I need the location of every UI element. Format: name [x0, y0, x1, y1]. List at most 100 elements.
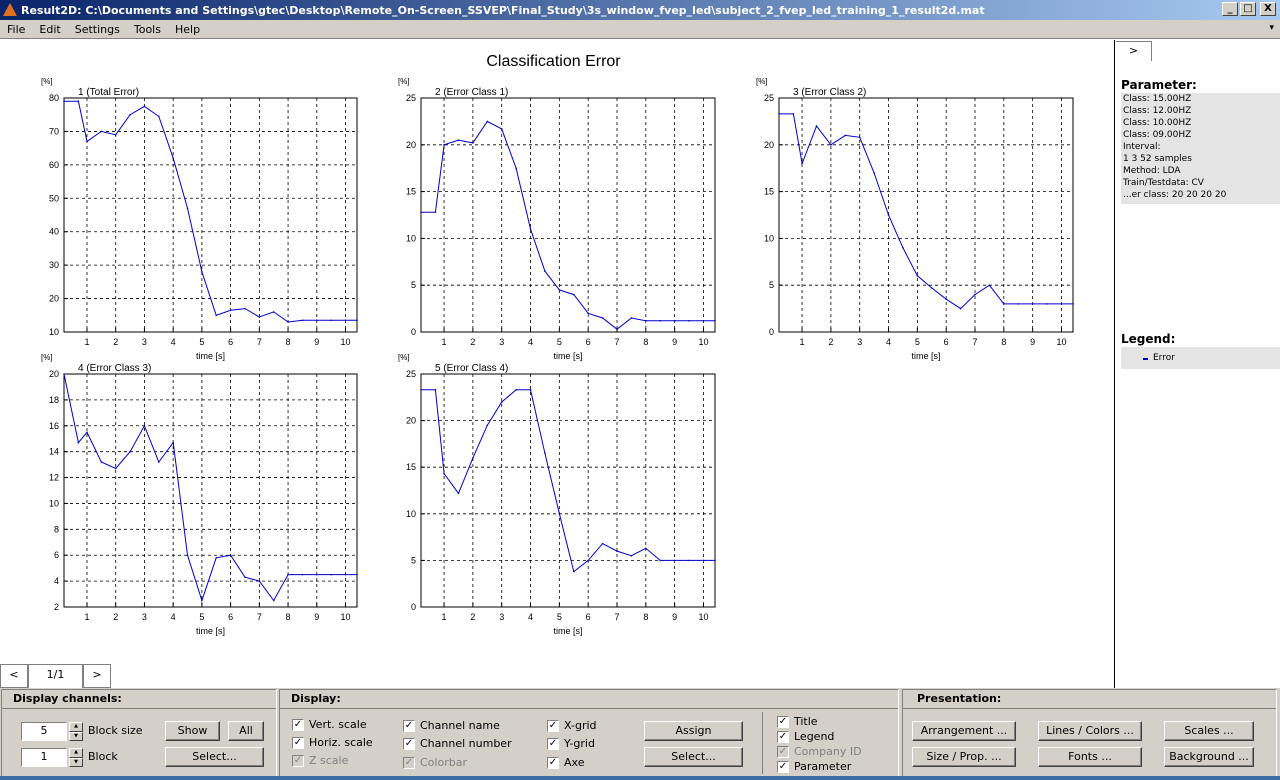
channel-select-button[interactable]: Select...: [165, 747, 264, 767]
checkbox-mark[interactable]: ✓: [547, 756, 559, 769]
maximize-button[interactable]: □: [1240, 2, 1256, 16]
chart-5-x-axis-label: time [s]: [553, 626, 582, 636]
chart-5-y-axis-label: [%]: [398, 353, 410, 362]
chart-5-data-point: [420, 389, 422, 391]
show-button[interactable]: Show: [165, 721, 220, 741]
horiz-scale-checkbox[interactable]: ✓ Horiz. scale: [292, 736, 373, 749]
block-size-input[interactable]: 5: [21, 722, 67, 741]
checkbox-mark: ✓: [403, 756, 415, 769]
title-checkbox[interactable]: ✓ Title: [777, 715, 818, 728]
spin-up-icon[interactable]: ▲: [69, 748, 83, 758]
display-title: Display:: [280, 690, 898, 709]
y-grid-checkbox[interactable]: ✓ Y-grid: [547, 737, 595, 750]
legend-line-swatch: [1143, 358, 1148, 360]
menu-help[interactable]: Help: [168, 23, 207, 36]
window-title: Result2D: C:\Documents and Settings\gtec…: [21, 3, 985, 17]
block-spinner[interactable]: ▲ ▼: [69, 748, 83, 767]
checkbox-mark[interactable]: ✓: [547, 737, 559, 750]
parameter-label: Parameter: [794, 760, 852, 773]
menu-settings[interactable]: Settings: [68, 23, 127, 36]
background-button[interactable]: Background ...: [1164, 747, 1254, 767]
chart-5-y-tick-label: 5: [411, 555, 416, 565]
chart-5-data-point: [500, 401, 503, 403]
block-input[interactable]: 1: [21, 748, 67, 767]
checkbox-mark[interactable]: ✓: [777, 760, 789, 773]
legend-box: Error: [1121, 347, 1280, 369]
chart-5-y-tick-label: 20: [406, 416, 416, 426]
size-prop-button[interactable]: Size / Prop. ...: [912, 747, 1016, 767]
parameter-line: ...er class: 20 20 20 20: [1123, 190, 1227, 200]
checkbox-mark[interactable]: ✓: [292, 718, 304, 731]
chart-5-data-point: [688, 559, 690, 562]
parameter-line: Class: 12.00HZ: [1123, 106, 1192, 116]
legend-label: Error: [1153, 353, 1175, 363]
vert-scale-checkbox[interactable]: ✓ Vert. scale: [292, 718, 367, 731]
vert-scale-label: Vert. scale: [309, 718, 367, 731]
checkbox-mark: ✓: [777, 745, 789, 758]
parameter-list: Class: 15.00HZ Class: 12.00HZ Class: 10.…: [1121, 93, 1280, 204]
chart-5-data-point: [702, 559, 705, 562]
spin-down-icon[interactable]: ▼: [69, 731, 83, 741]
page-next-button[interactable]: >: [83, 664, 111, 688]
z-scale-checkbox: ✓ Z scale: [292, 754, 348, 767]
title-label: Title: [794, 715, 818, 728]
chart-5-data-point: [457, 492, 460, 495]
checkbox-mark[interactable]: ✓: [777, 715, 789, 728]
chart-5-x-tick-label: 9: [672, 612, 677, 622]
chart-5-data-point: [714, 559, 716, 562]
lines-colors-button[interactable]: Lines / Colors ...: [1038, 721, 1142, 741]
chart-5-x-tick-label: 3: [499, 612, 504, 622]
chart-5-title: 5 (Error Class 4): [435, 363, 508, 374]
close-button[interactable]: X: [1260, 2, 1276, 16]
chart-5-x-tick-label: 7: [614, 612, 619, 622]
display-divider: [762, 712, 763, 774]
axe-checkbox[interactable]: ✓ Axe: [547, 756, 584, 769]
display-select-button[interactable]: Select...: [644, 747, 743, 767]
chart-5-x-tick-label: 2: [470, 612, 475, 622]
block-label: Block: [88, 750, 118, 763]
page-prev-button[interactable]: <: [0, 664, 28, 688]
menu-dock-icon[interactable]: ▾: [1269, 23, 1274, 33]
checkbox-mark[interactable]: ✓: [403, 719, 415, 732]
chart-5-data-point: [558, 513, 561, 515]
menu-tools[interactable]: Tools: [127, 23, 168, 36]
channel-number-checkbox[interactable]: ✓ Channel number: [403, 737, 512, 750]
channel-name-checkbox[interactable]: ✓ Channel name: [403, 719, 500, 732]
minimize-button[interactable]: _: [1222, 2, 1238, 16]
fonts-button[interactable]: Fonts ...: [1038, 747, 1142, 767]
block-size-spinner[interactable]: ▲ ▼: [69, 722, 83, 741]
block-size-label: Block size: [88, 724, 143, 737]
chart-5-data-point: [601, 542, 604, 545]
checkbox-mark[interactable]: ✓: [292, 736, 304, 749]
parameter-line: Class: 15.00HZ: [1123, 94, 1192, 104]
checkbox-mark[interactable]: ✓: [547, 719, 559, 732]
spin-down-icon[interactable]: ▼: [69, 757, 83, 767]
y-grid-label: Y-grid: [564, 737, 595, 750]
spin-up-icon[interactable]: ▲: [69, 722, 83, 732]
side-panel-toggle[interactable]: >: [1116, 41, 1152, 61]
legend-checkbox[interactable]: ✓ Legend: [777, 730, 834, 743]
z-scale-label: Z scale: [309, 754, 349, 767]
menu-file[interactable]: File: [0, 23, 32, 36]
chart-5-x-tick-label: 5: [557, 612, 562, 622]
x-grid-label: X-grid: [564, 719, 597, 732]
all-button[interactable]: All: [228, 721, 264, 741]
chart-5-data-point: [659, 559, 662, 562]
menu-edit[interactable]: Edit: [32, 23, 67, 36]
chart-5-data-point: [544, 452, 546, 455]
arrangement-button[interactable]: Arrangement ...: [912, 721, 1016, 741]
colorbar-checkbox: ✓ Colorbar: [403, 756, 467, 769]
scales-button[interactable]: Scales ...: [1164, 721, 1254, 741]
checkbox-mark[interactable]: ✓: [403, 737, 415, 750]
checkbox-mark[interactable]: ✓: [777, 730, 789, 743]
page-indicator-tab[interactable]: 1/1: [28, 664, 83, 688]
parameter-checkbox[interactable]: ✓ Parameter: [777, 760, 851, 773]
assign-button[interactable]: Assign: [644, 721, 743, 741]
parameter-line: 1 3 52 samples: [1123, 154, 1192, 164]
legend-heading: Legend:: [1121, 332, 1176, 346]
window-controls: _ □ X: [1222, 2, 1276, 16]
chart-5-x-tick-label: 8: [643, 612, 648, 622]
chart-5-y-tick-label: 25: [406, 369, 416, 379]
display-channels-title: Display channels:: [2, 690, 276, 709]
x-grid-checkbox[interactable]: ✓ X-grid: [547, 719, 597, 732]
